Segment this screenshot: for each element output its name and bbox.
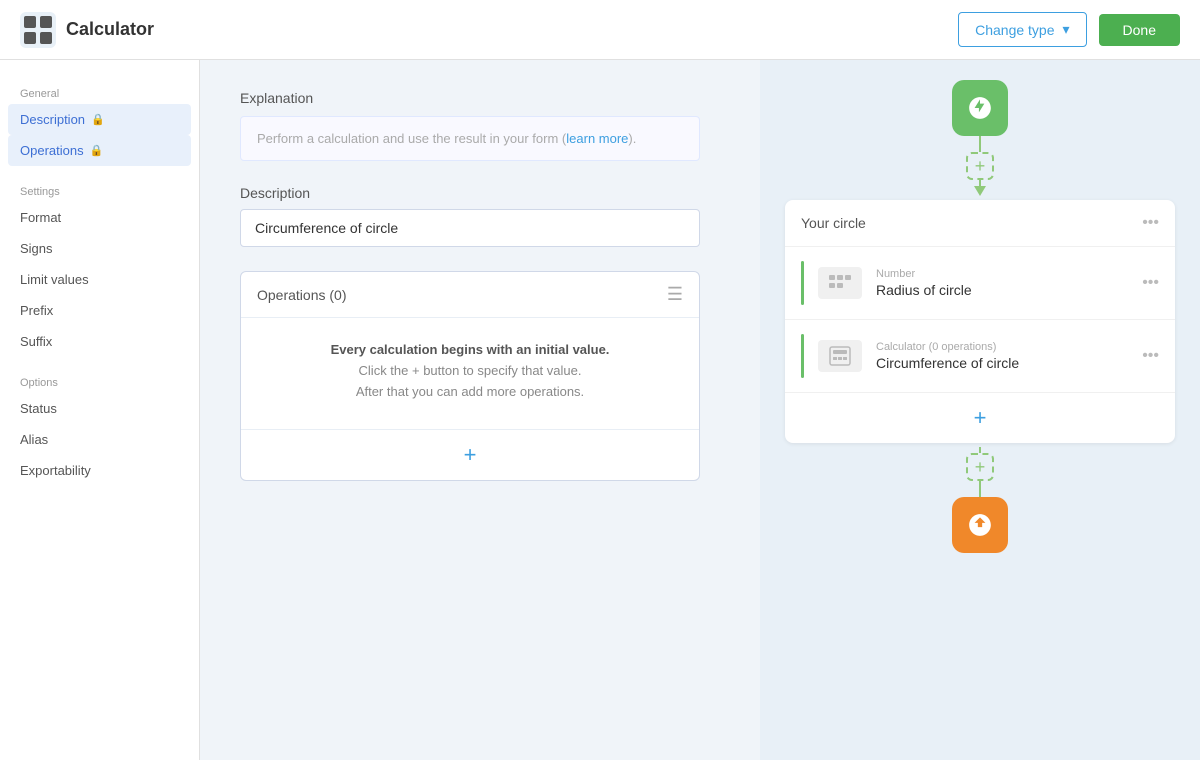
flow-card-menu-icon[interactable]: •••	[1142, 214, 1159, 232]
sidebar-item-signs[interactable]: Signs	[0, 233, 199, 264]
flow-row2-name: Circumference of circle	[876, 355, 1128, 371]
flow-add-bottom-button[interactable]: +	[966, 453, 994, 481]
format-label: Format	[20, 210, 61, 225]
change-type-label: Change type	[975, 22, 1054, 38]
sidebar-item-status[interactable]: Status	[0, 393, 199, 424]
flow-diagram: + Your circle •••	[780, 80, 1180, 553]
content-area: Explanation Perform a calculation and us…	[200, 60, 760, 760]
explanation-text: Perform a calculation and use the result…	[257, 131, 636, 146]
operations-msg2: Click the + button to specify that value…	[257, 363, 683, 378]
number-field-icon	[828, 273, 852, 293]
flow-card-header: Your circle •••	[785, 200, 1175, 247]
flow-card-add-button[interactable]: +	[974, 405, 987, 431]
flow-add-top-button[interactable]: +	[966, 152, 994, 180]
description-section-title: Description	[240, 185, 700, 201]
calculator-field-icon	[828, 346, 852, 366]
sidebar-operations-label: Operations	[20, 143, 84, 158]
sidebar-item-suffix[interactable]: Suffix	[0, 326, 199, 357]
sidebar-item-format[interactable]: Format	[0, 202, 199, 233]
calculator-logo-icon	[20, 12, 56, 48]
operations-menu-icon[interactable]: ☰	[667, 284, 683, 305]
flow-card-row-2: Calculator (0 operations) Circumference …	[785, 320, 1175, 393]
app-header: Calculator Change type ▾ Done	[0, 0, 1200, 60]
flow-connector-top: +	[966, 136, 994, 196]
flow-row1-bar	[801, 261, 804, 305]
flow-row1-icon	[818, 267, 862, 299]
explanation-section-title: Explanation	[240, 90, 700, 106]
app-title: Calculator	[66, 19, 154, 40]
flow-row1-name: Radius of circle	[876, 282, 1128, 298]
operations-add-button[interactable]: +	[464, 444, 477, 466]
chevron-down-icon: ▾	[1063, 21, 1070, 38]
flow-row2-menu-icon[interactable]: •••	[1142, 347, 1159, 365]
flow-row2-icon	[818, 340, 862, 372]
right-panel: + Your circle •••	[760, 60, 1200, 760]
flow-line-1	[979, 136, 981, 152]
limit-values-label: Limit values	[20, 272, 89, 287]
logo-area: Calculator	[20, 12, 958, 48]
sidebar-settings-label: Settings	[0, 178, 199, 202]
done-button[interactable]: Done	[1099, 14, 1180, 46]
flow-row1-info: Number Radius of circle	[876, 268, 1128, 298]
status-label: Status	[20, 401, 57, 416]
flow-card: Your circle •••	[785, 200, 1175, 443]
sidebar-item-alias[interactable]: Alias	[0, 424, 199, 455]
exportability-label: Exportability	[20, 463, 91, 478]
flow-end-node	[952, 497, 1008, 553]
sidebar-item-exportability[interactable]: Exportability	[0, 455, 199, 486]
signs-label: Signs	[20, 241, 53, 256]
operations-msg1: Every calculation begins with an initial…	[257, 342, 683, 357]
explanation-box: Perform a calculation and use the result…	[240, 116, 700, 161]
flow-card-add-area: +	[785, 393, 1175, 443]
description-input[interactable]	[240, 209, 700, 247]
operations-header: Operations (0) ☰	[241, 272, 699, 318]
operations-box: Operations (0) ☰ Every calculation begin…	[240, 271, 700, 481]
operations-body: Every calculation begins with an initial…	[241, 318, 699, 429]
flow-line-4	[979, 481, 981, 497]
sidebar-options-label: Options	[0, 369, 199, 393]
header-actions: Change type ▾ Done	[958, 12, 1180, 47]
sidebar-item-operations[interactable]: Operations 🔒	[8, 135, 191, 166]
operations-msg3: After that you can add more operations.	[257, 384, 683, 399]
flow-row2-bar	[801, 334, 804, 378]
main-layout: General Description 🔒 Operations 🔒 Setti…	[0, 60, 1200, 760]
flow-row2-type: Calculator (0 operations)	[876, 341, 1128, 353]
sidebar-description-label: Description	[20, 112, 85, 127]
operations-title: Operations (0)	[257, 287, 346, 303]
flow-card-row-1: Number Radius of circle •••	[785, 247, 1175, 320]
flow-row1-type: Number	[876, 268, 1128, 280]
flow-card-title: Your circle	[801, 215, 866, 231]
sidebar-item-prefix[interactable]: Prefix	[0, 295, 199, 326]
flow-start-node	[952, 80, 1008, 136]
sidebar-item-description[interactable]: Description 🔒	[8, 104, 191, 135]
sidebar-item-limit-values[interactable]: Limit values	[0, 264, 199, 295]
flow-arrow-down-icon	[974, 186, 986, 196]
flow-row1-menu-icon[interactable]: •••	[1142, 274, 1159, 292]
change-type-button[interactable]: Change type ▾	[958, 12, 1086, 47]
operations-lock-icon: 🔒	[90, 144, 104, 157]
operations-add-area: +	[241, 429, 699, 480]
suffix-label: Suffix	[20, 334, 52, 349]
learn-more-link[interactable]: learn more	[566, 131, 628, 146]
prefix-label: Prefix	[20, 303, 53, 318]
flow-connector-bottom: +	[966, 447, 994, 497]
sidebar-general-label: General	[0, 80, 199, 104]
alias-label: Alias	[20, 432, 48, 447]
flow-row2-info: Calculator (0 operations) Circumference …	[876, 341, 1128, 371]
description-lock-icon: 🔒	[91, 113, 105, 126]
sidebar: General Description 🔒 Operations 🔒 Setti…	[0, 60, 200, 760]
